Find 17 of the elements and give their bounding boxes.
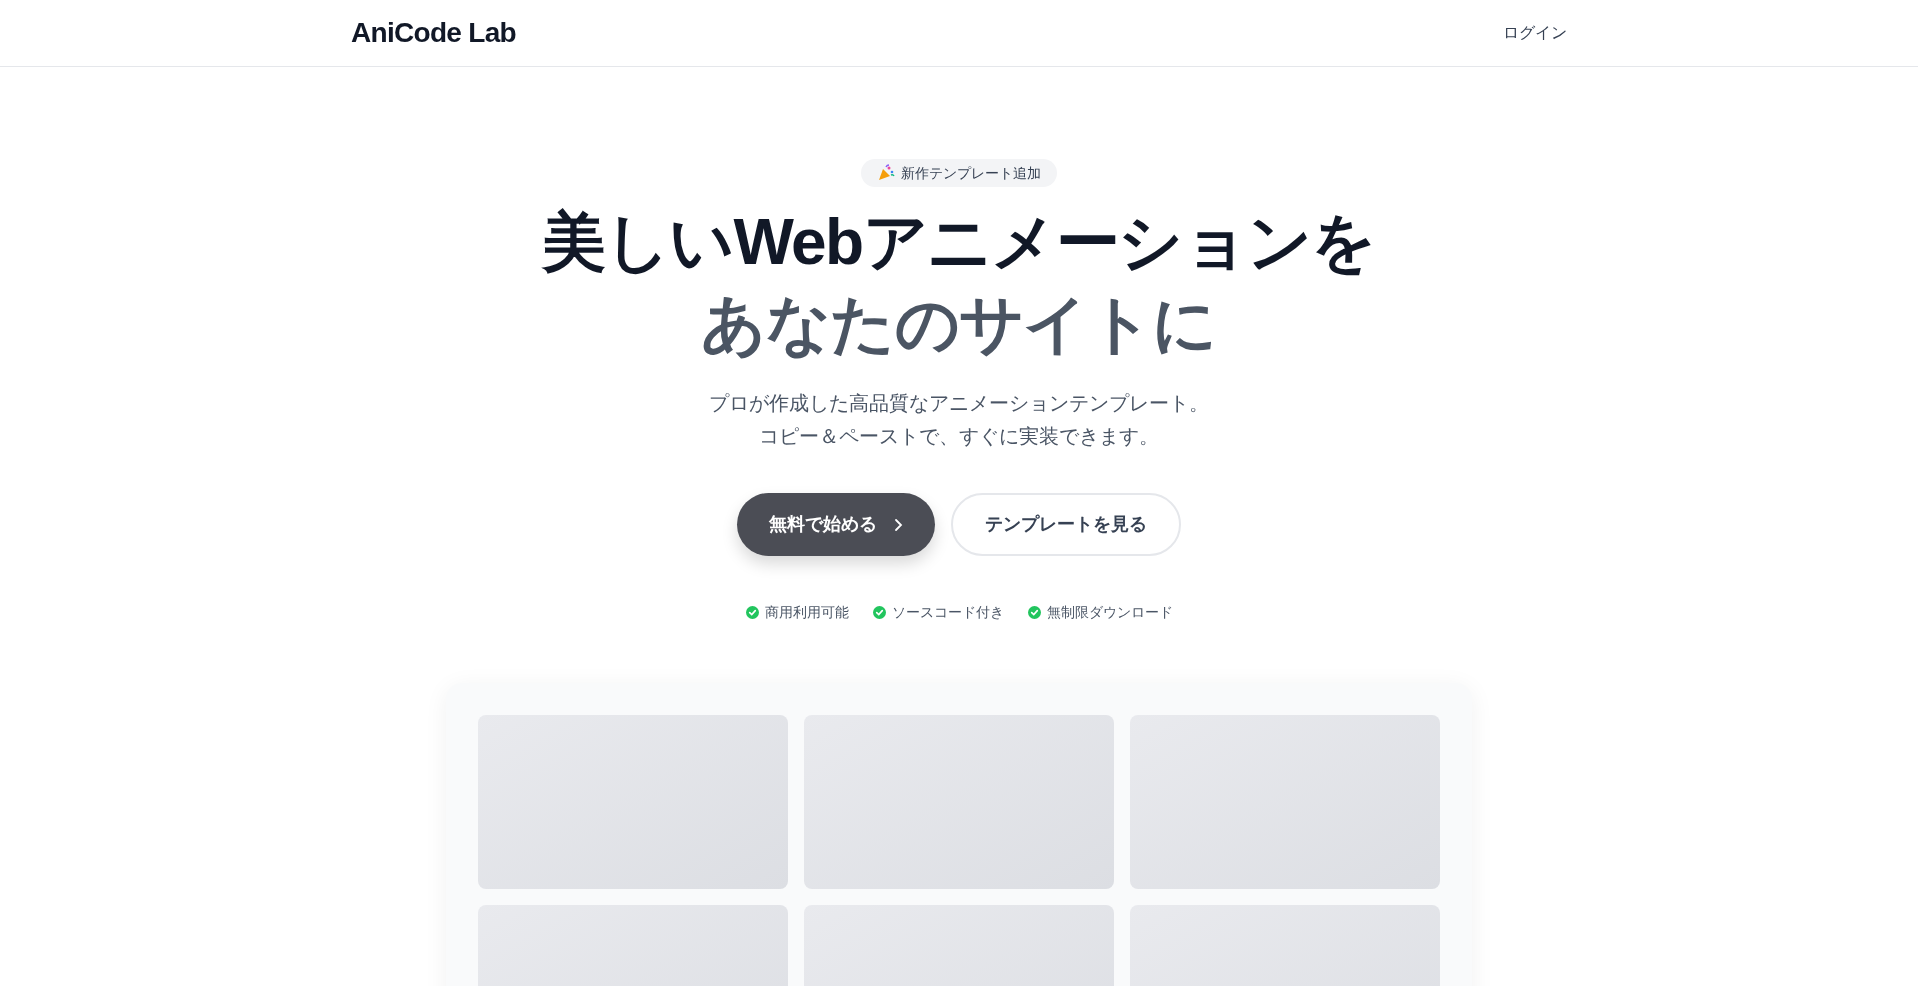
subtitle-line: コピー＆ペーストで、すぐに実装できます。 — [759, 424, 1159, 449]
chevron-right-icon — [893, 517, 903, 532]
feature-text: 商用利用可能 — [764, 603, 849, 622]
feature-text: 無制限ダウンロード — [1046, 603, 1173, 622]
hero-heading-line: あなたのサイトに — [701, 287, 1217, 362]
badge-text: 新作テンプレート追加 — [901, 163, 1041, 183]
subtitle-line: プロが作成した高品質なアニメーションテンプレート。 — [709, 391, 1209, 416]
logo[interactable]: AniCode Lab — [351, 12, 516, 54]
view-templates-button[interactable]: テンプレートを見る — [951, 493, 1181, 556]
start-free-button[interactable]: 無料で始める — [737, 493, 935, 556]
feature-text: ソースコード付き — [891, 603, 1004, 622]
hero-heading-line: 美しいWebアニメーションを — [542, 205, 1376, 280]
check-circle-icon — [745, 606, 759, 619]
check-circle-icon — [1027, 606, 1041, 619]
party-popper-icon — [877, 164, 895, 182]
check-circle-icon — [872, 606, 886, 619]
login-link[interactable]: ログイン — [1503, 21, 1567, 45]
